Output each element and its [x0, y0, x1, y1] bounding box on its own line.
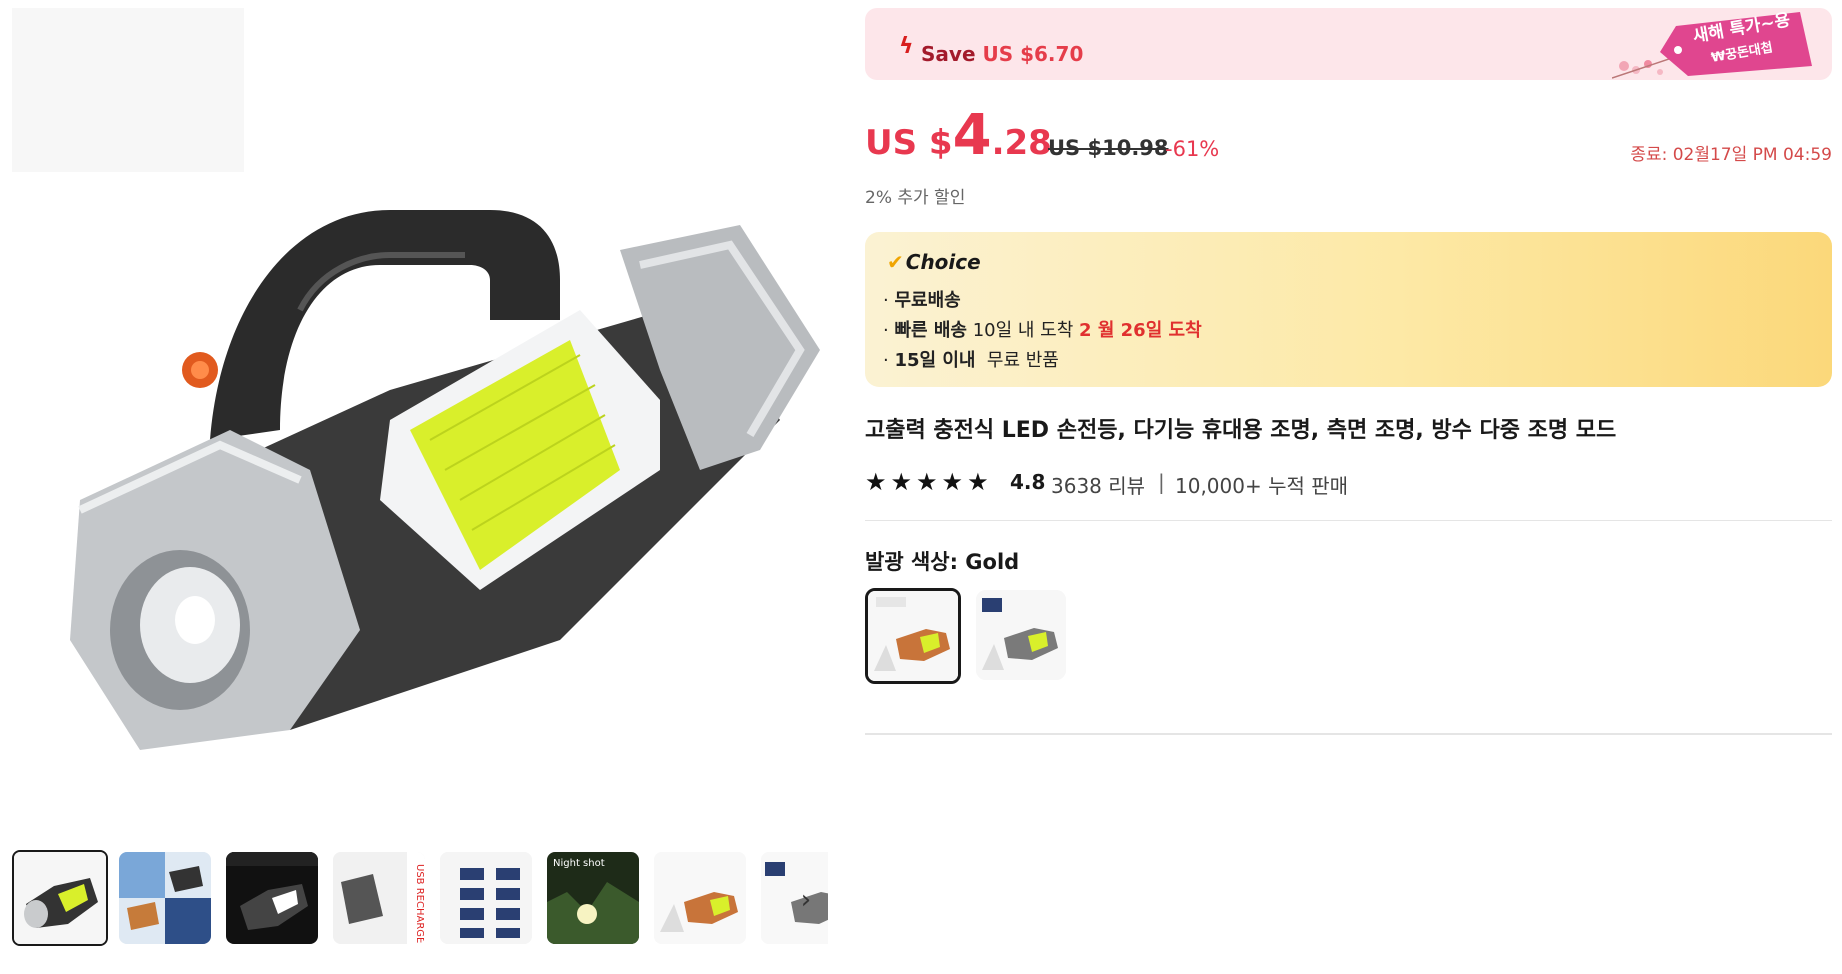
free-return-text: 무료 반품	[986, 350, 1059, 371]
variant-silver[interactable]	[976, 590, 1066, 680]
thumbnail-4[interactable]: USB RECHARGE	[333, 852, 425, 944]
check-icon: ✔	[887, 250, 904, 274]
sale-end-time: 종료: 02월17일 PM 04:59	[1630, 145, 1832, 165]
fast-delivery-label: 빠른 배송	[894, 320, 967, 341]
separator: |	[1158, 470, 1165, 494]
review-count[interactable]: 3638 리뷰	[1051, 470, 1145, 499]
price-row: US $4.28 US $10.98 -61% 종료: 02월17일 PM 04…	[865, 100, 1832, 170]
current-price: US $4.28	[865, 108, 1052, 164]
fast-delivery-text: 10일 내 도착	[972, 320, 1074, 341]
benefit-free-shipping-text: 무료배송	[894, 290, 961, 311]
svg-text:USB RECHARGE: USB RECHARGE	[414, 864, 425, 943]
price-decimal: .28	[991, 123, 1052, 163]
flashlight-collage-icon	[119, 852, 211, 944]
save-banner: ϟ Save US $6.70 새해 특가~용 ₩꿍돈대첩	[865, 8, 1832, 80]
price-currency: US $	[865, 123, 953, 163]
main-product-image[interactable]	[60, 170, 820, 770]
discount-percent: -61%	[1165, 137, 1220, 161]
free-return-days: 15일 이내	[894, 350, 976, 371]
new-year-sale-tag-icon: 새해 특가~용 ₩꿍돈대첩	[1660, 12, 1812, 76]
usb-recharge-icon: USB RECHARGE	[333, 852, 425, 944]
flashlight-silver-icon	[976, 590, 1066, 680]
night-shot-icon: Night shot	[547, 852, 639, 944]
svg-text:Night shot: Night shot	[553, 858, 605, 869]
price-integer: 4	[952, 103, 992, 168]
divider	[865, 733, 1832, 735]
thumbnail-2[interactable]	[119, 852, 211, 944]
sold-count: 10,000+ 누적 판매	[1175, 474, 1349, 498]
color-label: 발광 색상: Gold	[865, 550, 1020, 574]
thumbnail-6[interactable]: Night shot	[547, 852, 639, 944]
product-gallery: USB RECHARGE Night shot ›	[0, 0, 850, 974]
divider	[865, 520, 1832, 521]
original-price: US $10.98	[1048, 136, 1169, 160]
delivery-date: 2 월 26일 도착	[1079, 320, 1202, 341]
thumbnail-strip: USB RECHARGE Night shot	[12, 850, 828, 950]
flashlight-gold-icon	[654, 852, 746, 944]
light-modes-icon	[440, 852, 532, 944]
image-overlay-placeholder	[12, 8, 244, 172]
variant-gold[interactable]	[865, 588, 961, 684]
extra-discount: 2% 추가 할인	[865, 188, 966, 208]
benefit-free-return: · 15일 이내 무료 반품	[883, 350, 1059, 371]
lightning-icon: ϟ	[899, 34, 914, 59]
benefit-free-shipping: · 무료배송	[883, 290, 961, 311]
benefit-fast-delivery: · 빠른 배송 10일 내 도착 2 월 26일 도착	[883, 320, 1202, 341]
flashlight-dark-icon	[226, 852, 318, 944]
save-label: Save	[921, 42, 976, 66]
choice-title: Choice	[905, 250, 981, 274]
flashlight-icon	[14, 852, 106, 944]
thumbnail-1[interactable]	[12, 850, 108, 946]
rating-value: 4.8	[1010, 470, 1046, 494]
star-rating-icon: ★★★★★	[865, 468, 993, 496]
chevron-right-icon[interactable]: ›	[790, 880, 822, 920]
thumbnail-7[interactable]	[654, 852, 746, 944]
thumbnail-3[interactable]	[226, 852, 318, 944]
thumbnail-5[interactable]	[440, 852, 532, 944]
flashlight-gold-icon	[868, 591, 958, 681]
product-title: 고출력 충전식 LED 손전등, 다기능 휴대용 조명, 측면 조명, 방수 다…	[865, 418, 1617, 443]
save-amount: US $6.70	[982, 42, 1084, 66]
choice-benefits-box: ✔ Choice · 무료배송 · 빠른 배송 10일 내 도착 2 월 26일 …	[865, 232, 1832, 387]
